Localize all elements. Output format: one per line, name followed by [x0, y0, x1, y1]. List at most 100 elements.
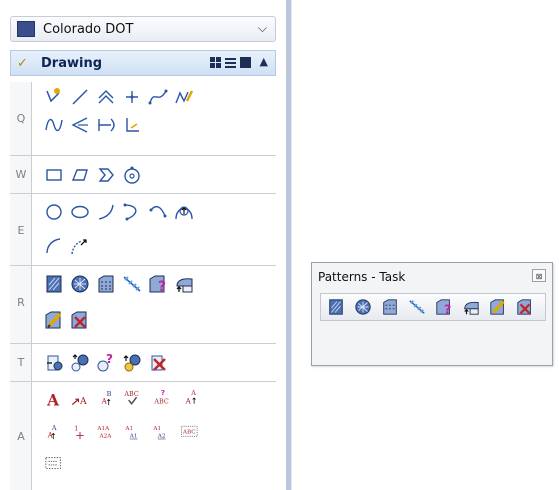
collapse-icon[interactable]: ▲	[260, 55, 268, 68]
quarter-arc-icon[interactable]	[44, 236, 64, 256]
place-cell-icon[interactable]	[44, 353, 64, 373]
workflow-icon	[17, 21, 35, 37]
mirror-line-icon[interactable]	[70, 115, 90, 135]
list-view-icon[interactable]	[225, 57, 236, 68]
tool-section-r: R ?	[10, 266, 276, 344]
close-icon[interactable]: ⊠	[532, 269, 546, 282]
identify-cell-icon[interactable]: ?	[96, 353, 116, 373]
text-glyph: A	[47, 431, 54, 440]
place-orthogonal-shape-icon[interactable]	[96, 165, 116, 185]
tool-section-a: A A A BA ABC ? ABC AA AA 1 A1A A2A A1 A1 A1…	[10, 382, 276, 490]
copy-text-icon[interactable]: AA	[44, 422, 66, 450]
task-navigation-panel: Colorado DOT ⌵ ✓ Drawing ▲ Q W E R ? T ?…	[0, 0, 287, 490]
linear-pattern-icon[interactable]	[408, 298, 426, 316]
match-pattern-icon[interactable]	[174, 274, 194, 294]
patterns-task-toolbox[interactable]: Patterns - Task ⊠ ?	[311, 262, 553, 366]
text-glyph: A1	[152, 426, 161, 432]
place-text-icon[interactable]: A	[44, 390, 66, 416]
change-text-icon[interactable]: A1 A2	[152, 422, 178, 450]
place-stream-curve-icon[interactable]	[148, 87, 168, 107]
icon-view-icon[interactable]	[210, 57, 221, 68]
dimension-icon[interactable]	[96, 115, 116, 135]
tool-section-t: T ?	[10, 344, 276, 382]
tool-section-q: Q	[10, 82, 276, 156]
text-glyph: A1	[129, 434, 138, 440]
drawing-group-header[interactable]: ✓ Drawing ▲	[10, 50, 276, 76]
question-mark-label: ?	[444, 301, 451, 316]
splitter-edge	[291, 0, 292, 490]
workflow-label: Colorado DOT	[43, 22, 134, 37]
show-pattern-icon[interactable]: ?	[435, 298, 453, 316]
text-glyph: B	[107, 390, 112, 398]
change-pattern-icon[interactable]	[489, 298, 507, 316]
text-glyph: A2	[157, 434, 166, 440]
delete-pattern-icon[interactable]	[516, 298, 534, 316]
text-fields-icon[interactable]	[44, 454, 66, 474]
arc-by-points-icon[interactable]	[148, 202, 168, 222]
place-arc-icon[interactable]	[96, 202, 116, 222]
section-key: R	[17, 296, 25, 309]
place-line-icon[interactable]	[70, 87, 90, 107]
place-text-leader-icon[interactable]: A	[70, 390, 94, 416]
place-arc-curve-icon[interactable]	[44, 115, 64, 135]
section-key: A	[17, 430, 25, 443]
linear-pattern-icon[interactable]	[122, 274, 142, 294]
match-text-icon[interactable]: A1 A1	[124, 422, 150, 450]
group-title: Drawing	[41, 56, 103, 71]
section-key: W	[15, 168, 27, 181]
change-pattern-icon[interactable]	[44, 310, 64, 330]
tool-section-e: E	[10, 194, 276, 266]
match-pattern-icon[interactable]	[462, 298, 480, 316]
question-mark-label: ?	[158, 279, 166, 294]
hatch-area-icon[interactable]	[327, 298, 345, 316]
find-text-icon[interactable]: ? ABC	[153, 388, 179, 416]
place-smartline-icon[interactable]	[44, 87, 64, 107]
crosshatch-area-icon[interactable]	[354, 298, 372, 316]
delete-pattern-icon[interactable]	[70, 310, 90, 330]
text-glyph: 1	[74, 425, 78, 433]
drawing-group-icon: ✓	[17, 56, 28, 71]
text-glyph: ABC	[123, 390, 138, 398]
text-glyph: A	[185, 397, 192, 406]
place-block-icon[interactable]	[44, 165, 64, 185]
multi-line-icon[interactable]	[96, 87, 116, 107]
tool-section-w: W	[10, 156, 276, 194]
modify-arc-icon[interactable]	[122, 202, 142, 222]
pattern-area-icon[interactable]	[96, 274, 116, 294]
text-glyph: A	[46, 391, 60, 409]
display-text-icon[interactable]: ABC	[180, 422, 206, 450]
show-pattern-icon[interactable]: ?	[148, 274, 168, 294]
spell-check-icon[interactable]: ABC	[123, 388, 149, 416]
increment-text-icon[interactable]: BA	[98, 388, 120, 416]
chevron-down-icon[interactable]: ⌵	[258, 21, 267, 36]
text-glyph: ?	[161, 388, 165, 397]
question-mark-label: ?	[106, 353, 113, 366]
replace-cell-icon[interactable]	[122, 353, 142, 373]
half-ellipse-icon[interactable]	[174, 202, 194, 222]
place-circle-icon[interactable]	[44, 202, 64, 222]
text-glyph: ABC	[153, 398, 168, 406]
text-glyph: A	[101, 397, 108, 406]
pattern-area-icon[interactable]	[381, 298, 399, 316]
workflow-dropdown[interactable]: Colorado DOT ⌵	[10, 16, 276, 42]
axis-icon[interactable]	[122, 115, 142, 135]
arc-edit-icon[interactable]	[70, 236, 90, 256]
copy-increment-text-icon[interactable]: A1A A2A	[96, 422, 122, 450]
edit-text-icon[interactable]: AA	[182, 388, 204, 416]
place-note-icon[interactable]	[174, 87, 194, 107]
drop-cell-icon[interactable]	[148, 353, 168, 373]
section-key: E	[17, 224, 25, 237]
place-point-icon[interactable]	[122, 87, 142, 107]
panel-view-icon[interactable]	[240, 57, 251, 68]
place-ellipse-icon[interactable]	[70, 202, 90, 222]
hatch-area-icon[interactable]	[44, 274, 64, 294]
crosshatch-area-icon[interactable]	[70, 274, 90, 294]
section-key: T	[17, 356, 25, 369]
toolbox-title: Patterns - Task	[318, 270, 406, 284]
place-regular-polygon-icon[interactable]	[122, 165, 142, 185]
text-glyph: A2A	[99, 434, 113, 440]
select-cell-icon[interactable]	[70, 353, 90, 373]
place-shape-icon[interactable]	[70, 165, 90, 185]
place-node-icon[interactable]: 1	[70, 422, 92, 450]
view-toggle	[210, 57, 251, 68]
